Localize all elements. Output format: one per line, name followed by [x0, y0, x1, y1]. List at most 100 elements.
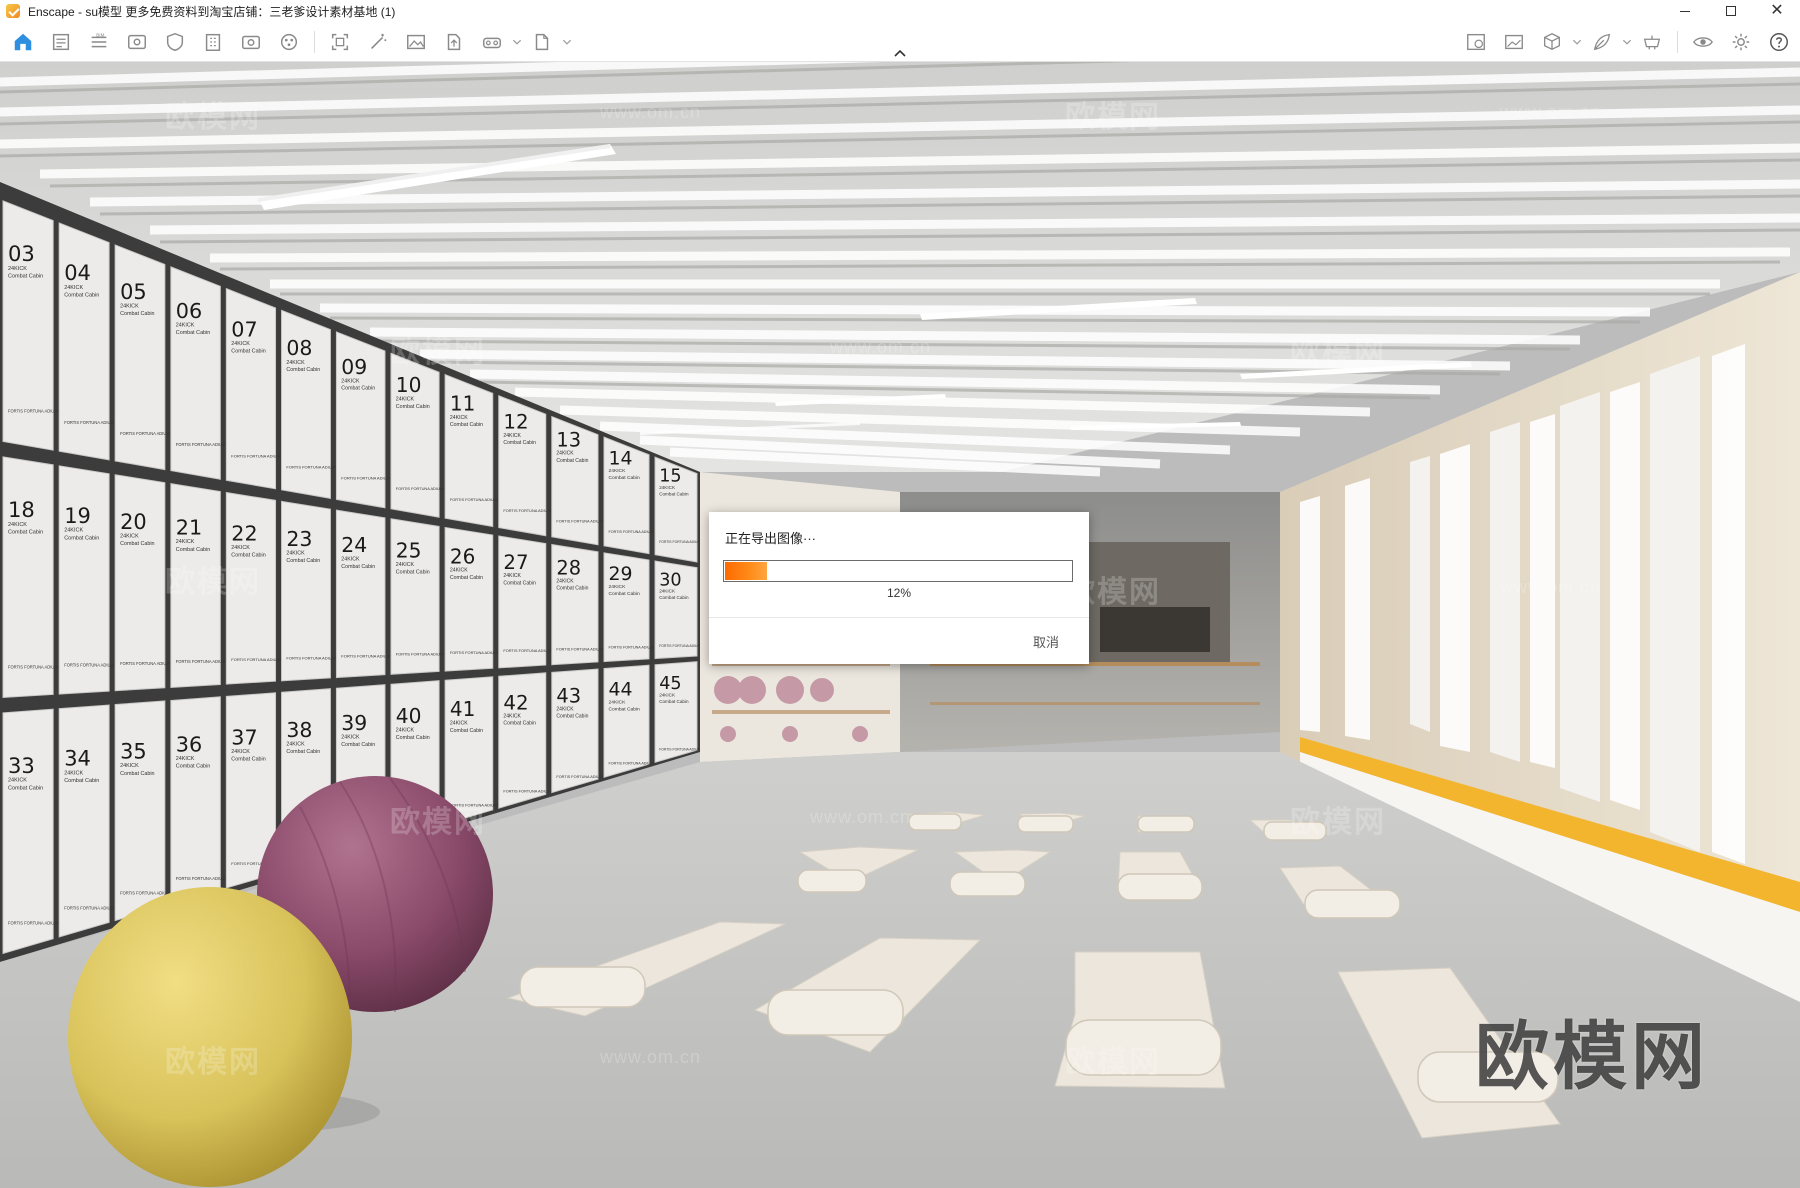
locker-subtitle: Combat Cabin: [341, 564, 375, 570]
render-image-icon: [1467, 33, 1485, 51]
locker-brand: 24KICK: [286, 360, 305, 366]
locker-number: 24: [341, 533, 367, 557]
watermark-text: 欧模网: [165, 101, 261, 134]
locker-door: [2, 456, 54, 698]
locker-number: 14: [609, 447, 633, 469]
locker-subtitle: Combat Cabin: [609, 707, 641, 713]
locker-motto: FORTIS FORTUNA ADIUVAT: [450, 497, 502, 502]
locker-brand: 24KICK: [341, 556, 360, 562]
locker-subtitle: Combat Cabin: [231, 349, 265, 355]
locker-number: 27: [503, 551, 528, 574]
leaf-button[interactable]: [1583, 28, 1621, 56]
locker-number: 38: [286, 718, 312, 742]
cancel-button[interactable]: 取消: [1033, 632, 1059, 651]
export-progress-bar: [723, 560, 1073, 582]
locker-motto: FORTIS FORTUNA ADIUVAT: [231, 453, 284, 458]
locker-subtitle: Combat Cabin: [503, 440, 536, 446]
locker-motto: FORTIS FORTUNA ADIUVAT: [8, 409, 62, 414]
cube-button[interactable]: [1533, 28, 1571, 56]
chevron-down-icon: [562, 39, 572, 45]
locker-brand: 24KICK: [556, 707, 574, 713]
vr-button[interactable]: [473, 28, 511, 56]
magic-button[interactable]: [359, 28, 397, 56]
minimize-button[interactable]: [1662, 0, 1708, 22]
locker-motto: FORTIS FORTUNA ADIUVAT: [176, 659, 230, 664]
locker-motto: FORTIS FORTUNA ADIUVAT: [8, 921, 62, 926]
video-button[interactable]: [232, 28, 270, 56]
locker-brand: 24KICK: [556, 451, 574, 457]
vr-dropdown[interactable]: [511, 28, 523, 56]
window-title: Enscape - su模型 更多免费资料到淘宝店铺：三老爹设计素材基地 (1): [28, 4, 396, 19]
dialog-title: 正在导出图像···: [725, 531, 816, 546]
locker-brand: 24KICK: [396, 728, 415, 734]
cube-icon: [1544, 33, 1560, 51]
gallery-button[interactable]: [1495, 28, 1533, 56]
locker-brand: 24KICK: [396, 397, 415, 403]
visibility-button[interactable]: [1684, 28, 1722, 56]
locker-door: [58, 465, 110, 695]
building-button[interactable]: [194, 28, 232, 56]
watermark-text: 欧模网: [390, 806, 486, 839]
locker-subtitle: Combat Cabin: [176, 764, 210, 770]
locker-motto: FORTIS FORTUNA ADIUVAT: [556, 647, 606, 651]
leaf-dropdown[interactable]: [1621, 28, 1633, 56]
camera-button[interactable]: [1633, 28, 1671, 56]
locker-number: 26: [450, 544, 475, 568]
export-button[interactable]: [523, 28, 561, 56]
locker-motto: FORTIS FORTUNA ADIUVAT: [659, 540, 703, 544]
screenshot-button[interactable]: [321, 28, 359, 56]
locker-motto: FORTIS FORTUNA ADIUVAT: [341, 654, 394, 659]
cube-dropdown[interactable]: [1571, 28, 1583, 56]
locker-door: [114, 700, 166, 922]
locker-subtitle: Combat Cabin: [396, 735, 430, 741]
maximize-button[interactable]: [1708, 0, 1754, 22]
locker-brand: 24KICK: [609, 468, 627, 474]
locker-number: 41: [450, 697, 475, 721]
video-icon: [242, 35, 260, 50]
locker-motto: FORTIS FORTUNA ADIUVAT: [503, 508, 555, 513]
locker-motto: FORTIS FORTUNA ADIUVAT: [396, 652, 448, 657]
locker-number: 44: [609, 679, 633, 701]
home-button[interactable]: [4, 28, 42, 56]
bim-button[interactable]: BIM: [80, 28, 118, 56]
locker-brand: 24KICK: [286, 742, 305, 748]
locker-motto: FORTIS FORTUNA ADIUVAT: [609, 646, 658, 650]
help-button[interactable]: [1760, 28, 1798, 56]
locker-brand: 24KICK: [341, 735, 360, 741]
watermark-text: 欧模网: [165, 566, 261, 599]
leaf-icon: [1593, 33, 1611, 51]
render-image-button[interactable]: [1457, 28, 1495, 56]
locker-brand: 24KICK: [659, 589, 676, 594]
vr-icon: [483, 37, 501, 49]
locker-subtitle: Combat Cabin: [286, 749, 320, 755]
upload-button[interactable]: [435, 28, 473, 56]
locker-brand: 24KICK: [659, 485, 676, 490]
locker-brand: 24KICK: [503, 714, 521, 720]
locker-motto: FORTIS FORTUNA ADIUVAT: [176, 442, 230, 447]
image-button[interactable]: [397, 28, 435, 56]
view-button[interactable]: [118, 28, 156, 56]
locker-brand: 24KICK: [176, 322, 195, 328]
watermark-text: 欧模网: [165, 1046, 261, 1079]
locker-brand: 24KICK: [503, 433, 521, 439]
locker-motto: FORTIS FORTUNA ADIUVAT: [503, 788, 555, 793]
close-button[interactable]: ✕: [1754, 0, 1800, 22]
locker-number: 07: [231, 318, 257, 342]
locker-motto: FORTIS FORTUNA ADIUVAT: [231, 657, 284, 662]
locker-motto: FORTIS FORTUNA ADIUVAT: [659, 644, 703, 648]
locker-motto: FORTIS FORTUNA ADIUVAT: [659, 748, 703, 752]
settings-shield-button[interactable]: [156, 28, 194, 56]
magic-icon: [370, 33, 387, 50]
locker-number: 03: [8, 241, 35, 266]
locker-brand: 24KICK: [8, 778, 27, 784]
project-button[interactable]: [42, 28, 80, 56]
home-icon: [14, 33, 32, 51]
collapse-toolbar-icon[interactable]: [893, 48, 907, 58]
locker-brand: 24KICK: [450, 415, 468, 421]
toolbar-separator: [1677, 31, 1678, 53]
settings-button[interactable]: [1722, 28, 1760, 56]
asset-library-button[interactable]: [270, 28, 308, 56]
locker-motto: FORTIS FORTUNA ADIUVAT: [120, 431, 174, 436]
export-dropdown[interactable]: [561, 28, 573, 56]
watermark-text: 欧模网: [1290, 336, 1386, 369]
